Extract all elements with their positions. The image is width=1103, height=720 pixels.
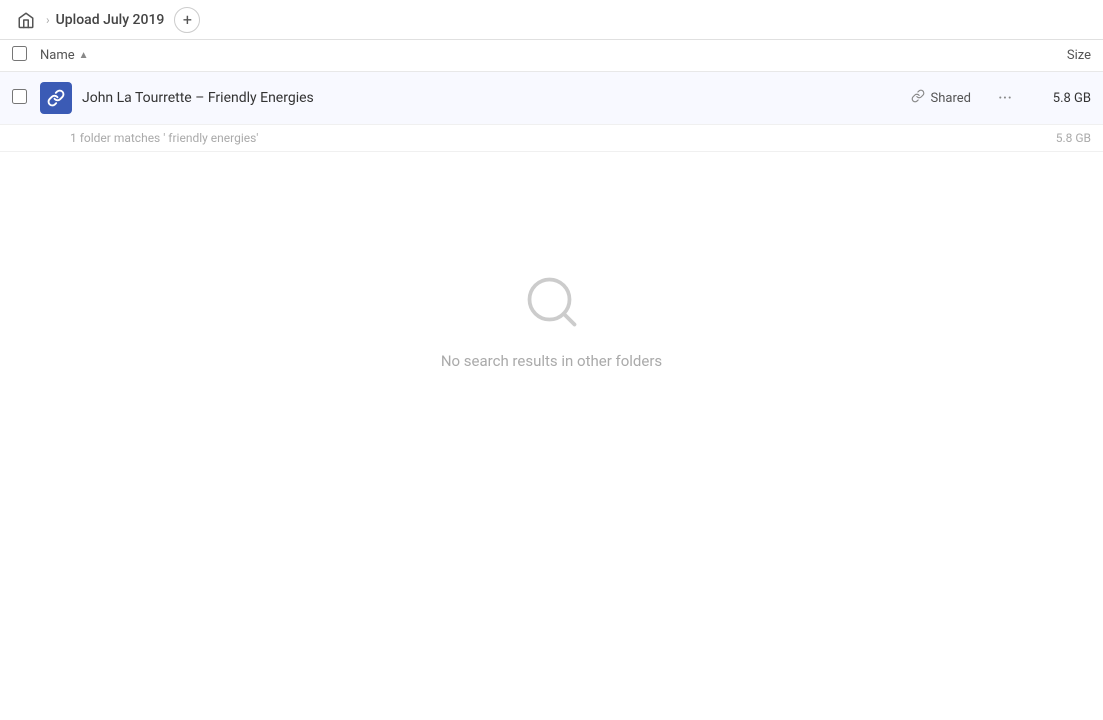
more-options-button[interactable]: ··· bbox=[991, 88, 1019, 109]
empty-search-icon bbox=[522, 272, 582, 336]
sort-indicator: ▲ bbox=[79, 50, 89, 61]
file-row-input[interactable] bbox=[12, 89, 27, 104]
file-row[interactable]: John La Tourrette – Friendly Energies Sh… bbox=[0, 72, 1103, 125]
empty-state: No search results in other folders bbox=[0, 152, 1103, 430]
shared-link-icon bbox=[911, 89, 925, 107]
match-row: 1 folder matches ' friendly energies' 5.… bbox=[0, 125, 1103, 152]
match-text: 1 folder matches ' friendly energies' bbox=[70, 131, 1031, 145]
match-size: 5.8 GB bbox=[1031, 131, 1091, 145]
file-row-checkbox[interactable] bbox=[12, 89, 40, 108]
file-shared-area: Shared bbox=[911, 89, 971, 107]
breadcrumb-bar: › Upload July 2019 + bbox=[0, 0, 1103, 40]
empty-label: No search results in other folders bbox=[441, 352, 662, 370]
name-column-label: Name bbox=[40, 48, 75, 63]
home-button[interactable] bbox=[12, 6, 40, 34]
shared-label: Shared bbox=[931, 91, 971, 106]
add-button[interactable]: + bbox=[174, 7, 200, 33]
select-all-input[interactable] bbox=[12, 46, 27, 61]
select-all-checkbox[interactable] bbox=[12, 46, 40, 65]
breadcrumb-separator: › bbox=[46, 13, 50, 27]
name-column-header[interactable]: Name ▲ bbox=[40, 48, 1011, 63]
size-column-header: Size bbox=[1011, 48, 1091, 63]
file-icon bbox=[40, 82, 72, 114]
breadcrumb-title: Upload July 2019 bbox=[56, 12, 165, 28]
file-size: 5.8 GB bbox=[1031, 91, 1091, 106]
file-name: John La Tourrette – Friendly Energies bbox=[82, 90, 911, 106]
column-headers: Name ▲ Size bbox=[0, 40, 1103, 72]
